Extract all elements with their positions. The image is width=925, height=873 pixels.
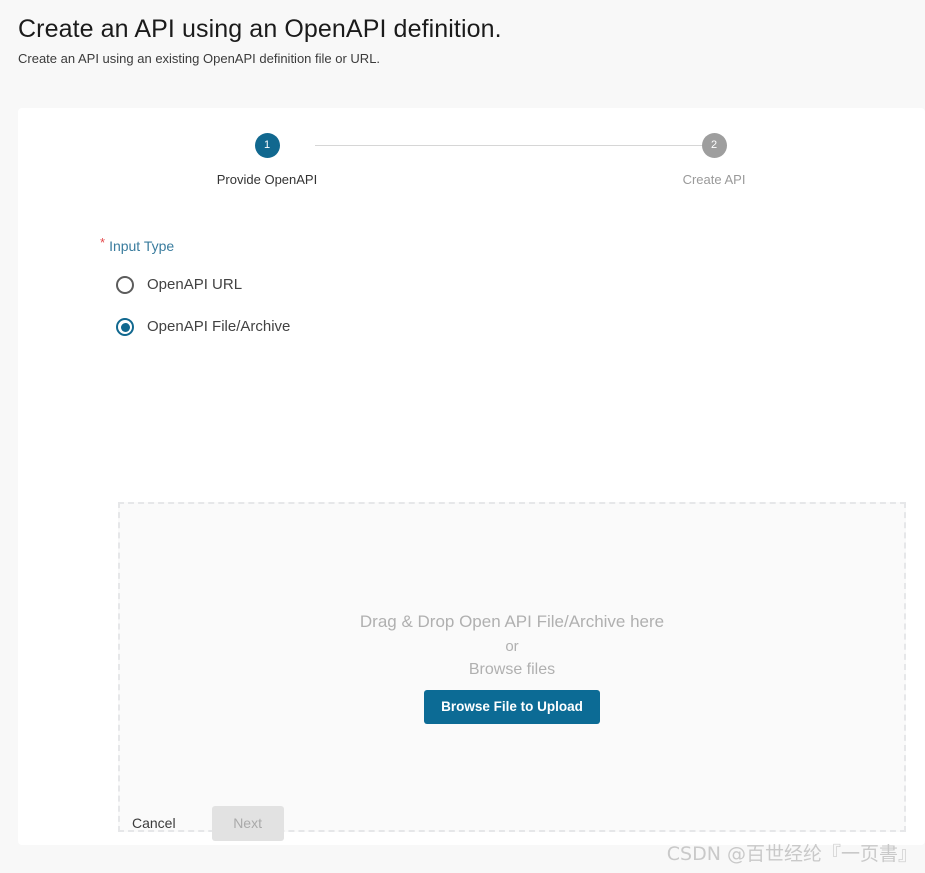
radio-option-openapi-url[interactable]: OpenAPI URL: [100, 264, 890, 306]
dropzone-or-text: or: [505, 638, 519, 655]
browse-file-to-upload-button[interactable]: Browse File to Upload: [424, 690, 600, 724]
input-type-label-text: Input Type: [109, 238, 175, 254]
page-subtitle: Create an API using an existing OpenAPI …: [18, 51, 381, 66]
radio-option-openapi-file-archive[interactable]: OpenAPI File/Archive: [100, 306, 890, 348]
page-header: Create an API using an OpenAPI definitio…: [0, 0, 925, 108]
wizard-stepper: 1 Provide OpenAPI 2 Create API: [18, 133, 925, 218]
page-title: Create an API using an OpenAPI definitio…: [18, 15, 502, 43]
step-1-label: Provide OpenAPI: [216, 172, 318, 187]
radio-selected-icon[interactable]: [116, 318, 134, 336]
radio-option-openapi-url-label: OpenAPI URL: [147, 276, 243, 293]
wizard-card: 1 Provide OpenAPI 2 Create API * Input T…: [18, 108, 925, 845]
cancel-button[interactable]: Cancel: [118, 805, 190, 841]
radio-option-openapi-file-archive-label: OpenAPI File/Archive: [147, 318, 291, 335]
input-type-radio-group: OpenAPI URL OpenAPI File/Archive: [100, 264, 890, 348]
step-2-circle: 2: [701, 133, 727, 158]
input-type-field-group: * Input Type OpenAPI URL OpenAPI File/Ar…: [100, 236, 890, 348]
step-2-label: Create API: [682, 172, 746, 187]
radio-unselected-icon[interactable]: [116, 276, 134, 294]
dropzone-primary-text: Drag & Drop Open API File/Archive here: [359, 612, 665, 631]
step-1-circle: 1: [254, 133, 280, 158]
file-dropzone[interactable]: Drag & Drop Open API File/Archive here o…: [118, 502, 906, 832]
next-button[interactable]: Next: [211, 805, 284, 841]
csdn-watermark: CSDN @百世经纶『一页書』: [666, 843, 917, 865]
input-type-label: * Input Type: [100, 236, 890, 256]
required-asterisk-icon: *: [100, 235, 106, 250]
stepper-step-provide-openapi[interactable]: 1 Provide OpenAPI: [197, 133, 337, 189]
stepper-step-create-api[interactable]: 2 Create API: [644, 133, 784, 189]
dropzone-browse-files-text: Browse files: [468, 661, 556, 678]
